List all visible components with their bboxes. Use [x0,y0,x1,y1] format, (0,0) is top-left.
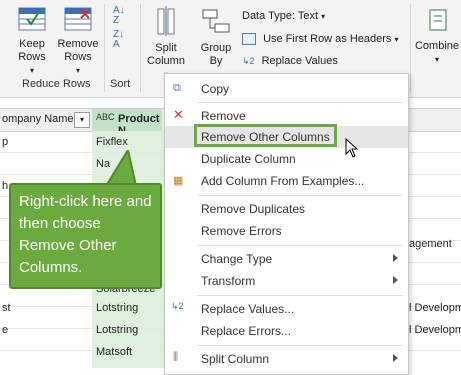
split-column-button[interactable]: Split Column ▾ [144,6,188,81]
divider [104,4,105,92]
menu-item-split-column[interactable]: ⫼ Split Column [165,348,408,370]
menu-item-replace-values[interactable]: ↳2 Replace Values... [165,298,408,320]
sort-buttons[interactable]: A↓ Z Z↓ A [113,6,133,50]
menu-item-label: Remove Other Columns [201,130,330,144]
menu-item-label: Remove Duplicates [201,202,306,216]
divider [410,4,411,92]
first-row-headers-label: Use First Row as Headers [263,33,392,45]
menu-item-change-type[interactable]: Change Type [165,248,408,270]
callout-pointer [104,150,138,186]
callout-text: Right-click here and then choose Remove … [19,193,152,276]
sort-descending-icon[interactable]: Z↓ A [113,30,133,50]
data-type-label: Data Type: Text [242,10,319,22]
keep-rows-icon [18,7,46,31]
data-type-dropdown[interactable]: Data Type: Text ▾ [242,10,325,22]
menu-item-label: Transform [201,274,256,288]
remove-icon: ✕ [173,107,184,122]
menu-separator [197,245,403,246]
menu-item-label: Replace Errors... [201,324,292,338]
table-cell: Fixflex [96,136,128,148]
keep-rows-label: Keep Rows [18,38,46,63]
table-cell: Matsoft [96,346,133,358]
menu-item-label: Change Type [201,252,273,266]
table-icon [242,33,256,46]
split-column-icon [157,6,175,36]
menu-item-label: Copy [201,82,230,96]
menu-item-transform[interactable]: Transform [165,270,408,292]
menu-item-label: Duplicate Column [201,152,296,166]
use-first-row-headers-button[interactable]: Use First Row as Headers ▾ [242,33,399,46]
group-by-label: Group By [200,42,232,67]
table-cell: Lotstring [96,324,139,336]
table-cell: Lotstring [96,302,139,314]
chevron-down-icon: ▾ [321,12,326,21]
menu-item-replace-errors[interactable]: Replace Errors... [165,320,408,342]
chevron-down-icon: ▾ [29,66,34,75]
menu-item-duplicate-column[interactable]: Duplicate Column [165,148,408,170]
table-cell: l Developm [409,324,461,336]
remove-rows-icon [64,7,92,31]
sort-ascending-icon[interactable]: A↓ Z [113,6,133,26]
chevron-down-icon: ▾ [394,35,399,44]
menu-item-remove-other-columns[interactable]: Remove Other Columns [165,124,408,148]
replace-values-button[interactable]: ↳2 Replace Values [242,55,338,67]
sort-group-label: Sort [110,78,131,90]
menu-item-add-column-from-examples[interactable]: ▦ Add Column From Examples... [165,170,408,192]
keep-rows-button[interactable]: Keep Rows ▾ [10,6,54,77]
table-cell: p [2,136,9,148]
chevron-down-icon: ▾ [434,55,439,64]
combine-icon [429,9,447,31]
submenu-arrow-icon [393,276,398,284]
remove-rows-label: Remove Rows [57,38,99,63]
menu-separator [197,195,403,196]
menu-item-copy[interactable]: ⧉ Copy [165,78,408,100]
mouse-cursor-icon [345,138,359,158]
replace-values-icon: ↳2 [171,301,184,311]
group-by-button[interactable]: Group By [196,6,236,68]
split-column-label: Split Column [147,42,185,67]
table-cell: agement [409,238,452,250]
table-cell: l Developm [409,302,461,314]
table-cell: h [2,180,9,192]
column-header-product-name[interactable]: ABC Product N [92,109,162,137]
menu-item-label: Remove Errors [201,224,282,238]
replace-values-icon: ↳2 [242,56,255,66]
menu-item-label: Add Column From Examples... [201,174,365,188]
column-header-company-name[interactable]: ompany Name [2,113,74,125]
menu-item-remove-duplicates[interactable]: Remove Duplicates [165,198,408,220]
group-by-icon [202,9,230,33]
table-cell: e [2,324,9,336]
remove-rows-button[interactable]: Remove Rows ▾ [56,6,100,77]
replace-values-label: Replace Values [261,55,338,67]
combine-button[interactable]: Combine ▾ [414,6,460,66]
add-column-from-examples-icon: ▦ [173,175,184,187]
combine-label: Combine [414,40,460,52]
menu-separator [197,345,403,346]
menu-separator [197,102,403,103]
context-menu: ⧉ Copy ✕ Remove Remove Other Columns Dup… [164,73,409,375]
reduce-rows-group-label: Reduce Rows [22,78,91,90]
divider [140,4,141,92]
submenu-arrow-icon [393,354,398,362]
chevron-down-icon: ▾ [75,66,80,75]
text-type-icon: ABC [96,112,115,122]
submenu-arrow-icon [393,254,398,262]
menu-item-remove-errors[interactable]: Remove Errors [165,220,408,242]
table-cell: st [2,302,11,314]
filter-dropdown-icon[interactable]: ▾ [74,112,90,128]
split-column-icon: ⫼ [173,351,179,363]
menu-item-label: Split Column [201,352,270,366]
instruction-callout: Right-click here and then choose Remove … [9,183,162,289]
menu-item-label: Remove [201,109,246,123]
menu-item-label: Replace Values... [201,302,295,316]
menu-separator [197,295,403,296]
copy-icon: ⧉ [173,82,181,94]
